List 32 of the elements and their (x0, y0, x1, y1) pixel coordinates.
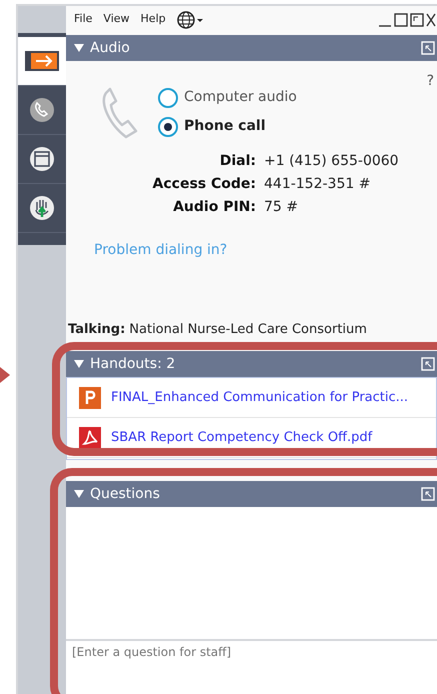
collapse-triangle-icon (74, 490, 84, 498)
popout-icon (421, 41, 435, 55)
file-link[interactable]: SBAR Report Competency Check Off.pdf (111, 428, 372, 448)
menu-item[interactable]: Help (140, 11, 166, 28)
section-header[interactable]: Handouts: 2 (66, 351, 437, 377)
menu-item[interactable]: File (74, 11, 92, 28)
section-header[interactable]: Audio (66, 35, 437, 61)
pointer-arrow-icon (0, 367, 10, 383)
pdf-file-icon (79, 426, 101, 448)
menu-item[interactable]: View (103, 11, 130, 28)
radio-option[interactable]: Computer audio (158, 87, 297, 108)
arrow-icon[interactable] (25, 49, 59, 73)
globe-dropdown-icon[interactable] (176, 10, 203, 28)
file-link[interactable]: FINAL_Enhanced Communication for Practic... (111, 388, 408, 408)
collapse-triangle-icon (74, 360, 84, 368)
popout-icon (421, 487, 435, 501)
field-value: +1 (415) 655-0060 (264, 152, 399, 171)
powerpoint-file-icon (79, 386, 101, 408)
question-input[interactable]: [Enter a question for staff] (66, 641, 437, 694)
field-value: 75 # (264, 198, 298, 217)
field-label: Dial: (218, 152, 256, 171)
help-button[interactable]: ? (426, 71, 434, 92)
section-header[interactable]: Questions (66, 481, 437, 507)
talking-name: National Nurse-Led Care Consortium (129, 322, 367, 336)
field-label: Audio PIN: (172, 198, 256, 217)
popout-icon (421, 357, 435, 371)
field-label: Access Code: (152, 175, 256, 194)
field-value: 441-152-351 # (264, 175, 370, 194)
window-controls-icon[interactable] (377, 12, 437, 28)
talking-label: Talking: (68, 322, 126, 336)
radio-option[interactable]: Phone call (158, 116, 297, 137)
collapse-triangle-icon (74, 44, 84, 52)
